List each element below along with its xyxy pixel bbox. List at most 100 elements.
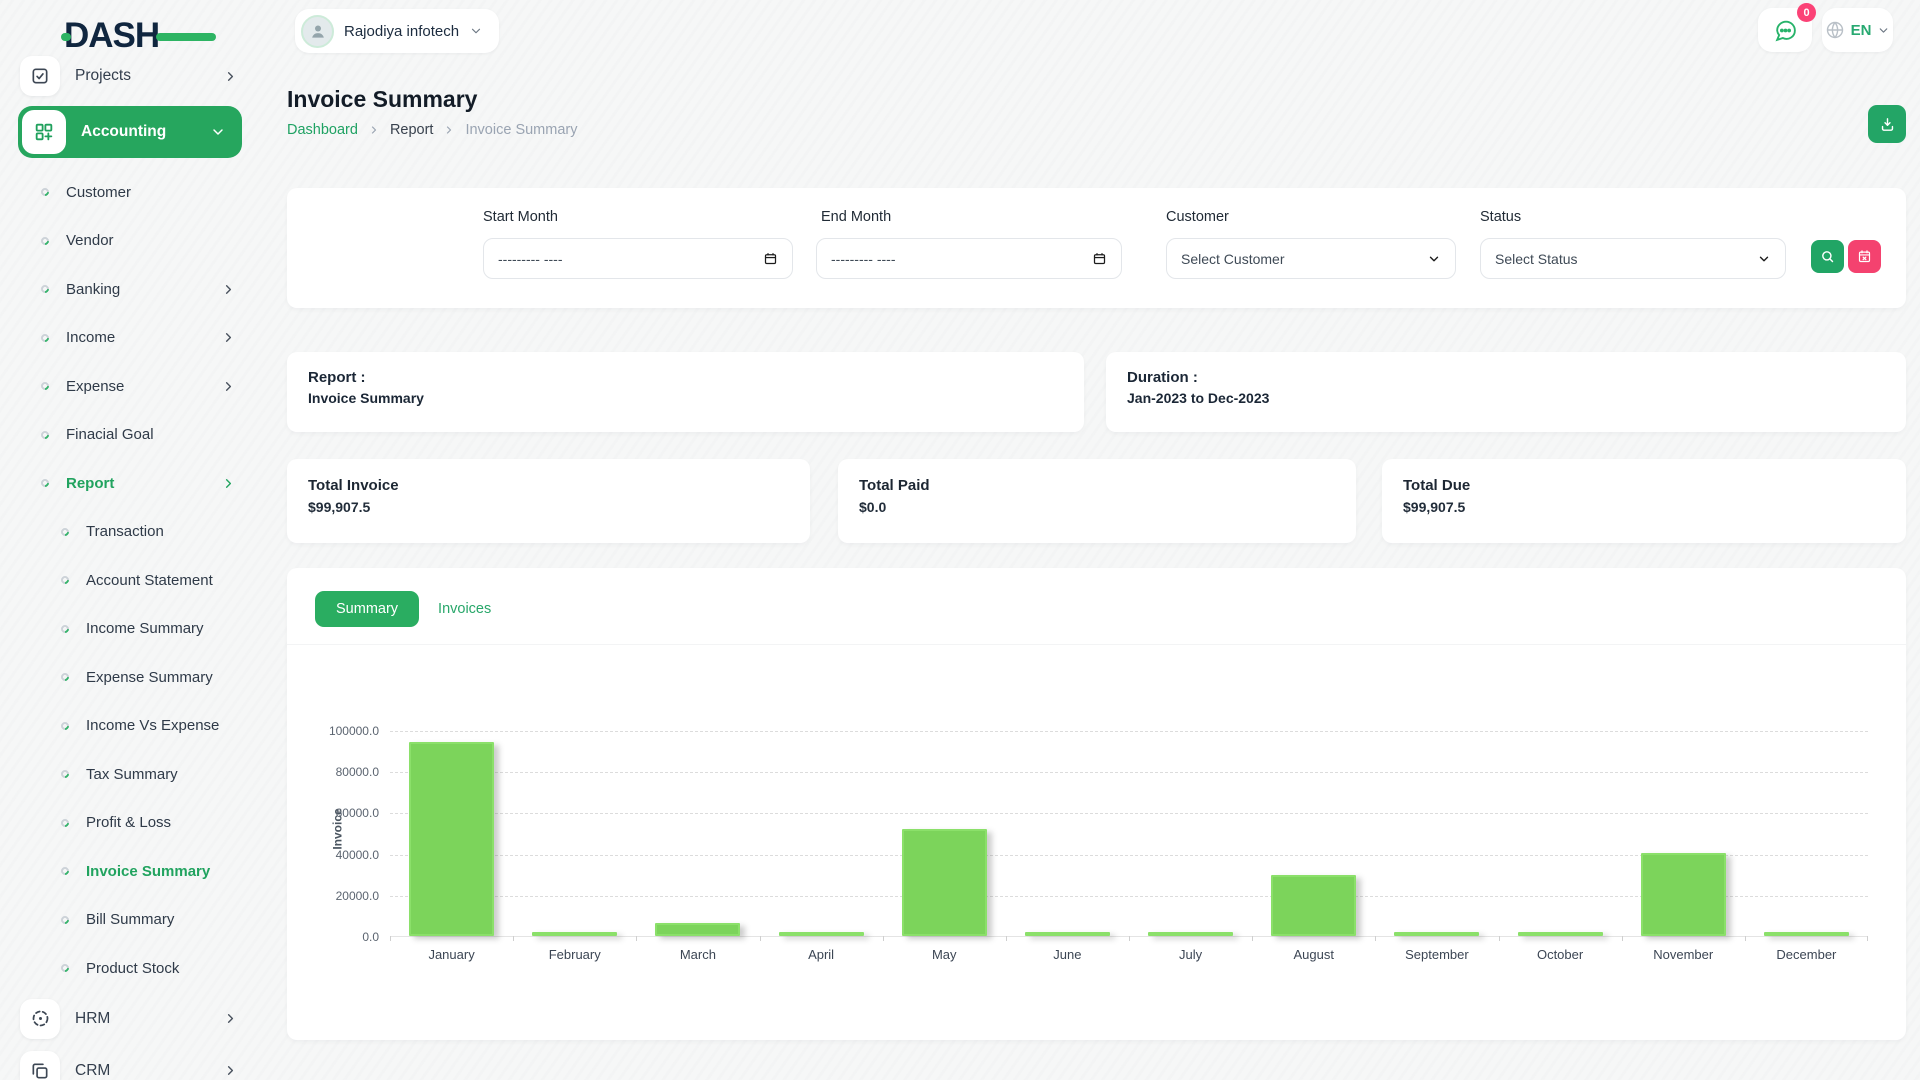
overlap-squares-icon <box>20 1051 60 1080</box>
sidebar-item-label: Customer <box>66 184 131 201</box>
sidebar-item-projects[interactable]: Projects <box>0 50 262 102</box>
sidebar-item-product-stock[interactable]: Product Stock <box>0 944 262 993</box>
reset-filter-button[interactable] <box>1848 240 1881 273</box>
sidebar-item-tax-summary[interactable]: Tax Summary <box>0 750 262 799</box>
invoice-bar[interactable] <box>1641 853 1726 936</box>
invoice-bar[interactable] <box>902 829 987 936</box>
sidebar-item-label: Report <box>66 475 114 492</box>
end-month-input[interactable]: --------- ---- <box>816 238 1122 279</box>
sidebar-item-label: Finacial Goal <box>66 426 154 443</box>
language-selector[interactable]: EN <box>1822 8 1893 52</box>
tab-invoices[interactable]: Invoices <box>438 601 491 617</box>
sidebar-item-label: Vendor <box>66 232 114 249</box>
sidebar-item-customer[interactable]: Customer <box>0 168 262 217</box>
chevron-right-icon <box>221 379 236 394</box>
bullet-icon <box>59 817 70 828</box>
chevron-down-icon <box>1757 252 1771 266</box>
breadcrumb-dashboard[interactable]: Dashboard <box>287 122 358 138</box>
y-tick-label: 0.0 <box>362 930 379 944</box>
report-value: Invoice Summary <box>308 390 1063 406</box>
sidebar-item-bill-summary[interactable]: Bill Summary <box>0 896 262 945</box>
sidebar-item-label: Invoice Summary <box>86 863 210 880</box>
total-card-label: Total Due <box>1403 477 1885 494</box>
y-tick-label: 20000.0 <box>336 889 379 903</box>
invoice-bar[interactable] <box>655 923 740 936</box>
axis-tick <box>1006 936 1007 941</box>
messages-button[interactable]: 0 <box>1758 8 1812 52</box>
bar-column-october <box>1499 730 1622 936</box>
invoice-bar[interactable] <box>1271 875 1356 936</box>
start-month-input[interactable]: --------- ---- <box>483 238 793 279</box>
x-tick-label: March <box>636 947 759 962</box>
invoice-bar[interactable] <box>409 742 494 936</box>
invoice-bar[interactable] <box>779 932 864 936</box>
sidebar-item-report[interactable]: Report <box>0 459 262 508</box>
bullet-icon <box>39 187 50 198</box>
sidebar-item-label: Expense <box>66 378 124 395</box>
axis-tick <box>883 936 884 941</box>
invoice-bar[interactable] <box>1025 932 1110 936</box>
status-select[interactable]: Select Status <box>1480 238 1786 279</box>
sidebar-item-expense-summary[interactable]: Expense Summary <box>0 653 262 702</box>
total-card-label: Total Invoice <box>308 477 789 494</box>
sidebar-item-banking[interactable]: Banking <box>0 265 262 314</box>
x-tick-label: December <box>1745 947 1868 962</box>
download-icon <box>1879 116 1896 133</box>
sidebar-item-transaction[interactable]: Transaction <box>0 508 262 557</box>
sidebar-item-label: CRM <box>75 1062 208 1080</box>
sidebar-item-label: Accounting <box>81 123 195 141</box>
invoice-bar[interactable] <box>532 932 617 936</box>
chevron-right-icon <box>221 330 236 345</box>
invoice-bar[interactable] <box>1394 932 1479 936</box>
total-card-value: $0.0 <box>859 499 1335 515</box>
sidebar-item-invoice-summary[interactable]: Invoice Summary <box>0 847 262 896</box>
y-tick-label: 80000.0 <box>336 765 379 779</box>
sidebar-item-profit-loss[interactable]: Profit & Loss <box>0 799 262 848</box>
invoice-bar[interactable] <box>1518 932 1603 936</box>
axis-tick <box>1375 936 1376 941</box>
chevron-down-icon <box>210 124 226 140</box>
invoice-bar[interactable] <box>1148 932 1233 936</box>
globe-icon <box>1825 20 1845 40</box>
breadcrumb-separator-icon <box>368 124 380 136</box>
chevron-right-icon <box>223 1011 238 1026</box>
sidebar-item-account-statement[interactable]: Account Statement <box>0 556 262 605</box>
sidebar-item-label: HRM <box>75 1010 208 1028</box>
sidebar-item-finacial-goal[interactable]: Finacial Goal <box>0 411 262 460</box>
logo-accent-dot <box>61 33 71 41</box>
sidebar-item-label: Transaction <box>86 523 164 540</box>
sidebar-item-income-summary[interactable]: Income Summary <box>0 605 262 654</box>
sidebar-item-hrm[interactable]: HRM <box>0 993 262 1045</box>
tab-summary[interactable]: Summary <box>315 591 419 627</box>
x-tick-label: April <box>760 947 883 962</box>
sidebar-item-expense[interactable]: Expense <box>0 362 262 411</box>
bar-column-december <box>1745 730 1868 936</box>
company-switcher[interactable]: Rajodiya infotech <box>295 9 499 53</box>
sidebar-item-vendor[interactable]: Vendor <box>0 217 262 266</box>
chevron-right-icon <box>223 69 238 84</box>
report-info-card: Report : Invoice Summary <box>287 352 1084 432</box>
bar-column-november <box>1622 730 1745 936</box>
y-tick-label: 60000.0 <box>336 806 379 820</box>
bullet-icon <box>59 769 70 780</box>
bar-column-march <box>636 730 759 936</box>
chevron-down-icon <box>1877 24 1890 37</box>
bar-column-june <box>1006 730 1129 936</box>
bullet-icon <box>59 672 70 683</box>
sidebar-item-accounting[interactable]: Accounting <box>18 106 242 158</box>
sidebar-item-income-vs-expense[interactable]: Income Vs Expense <box>0 702 262 751</box>
breadcrumb-report: Report <box>390 122 434 138</box>
sidebar-item-label: Projects <box>75 67 208 85</box>
bar-column-february <box>513 730 636 936</box>
x-tick-label: January <box>390 947 513 962</box>
download-button[interactable] <box>1868 105 1906 143</box>
bullet-icon <box>59 963 70 974</box>
customer-select[interactable]: Select Customer <box>1166 238 1456 279</box>
calendar-icon <box>763 251 778 266</box>
apply-filter-button[interactable] <box>1811 240 1844 273</box>
sidebar-item-crm[interactable]: CRM <box>0 1045 262 1080</box>
axis-tick <box>1252 936 1253 941</box>
sidebar-item-income[interactable]: Income <box>0 314 262 363</box>
bullet-icon <box>59 575 70 586</box>
invoice-bar[interactable] <box>1764 932 1849 936</box>
